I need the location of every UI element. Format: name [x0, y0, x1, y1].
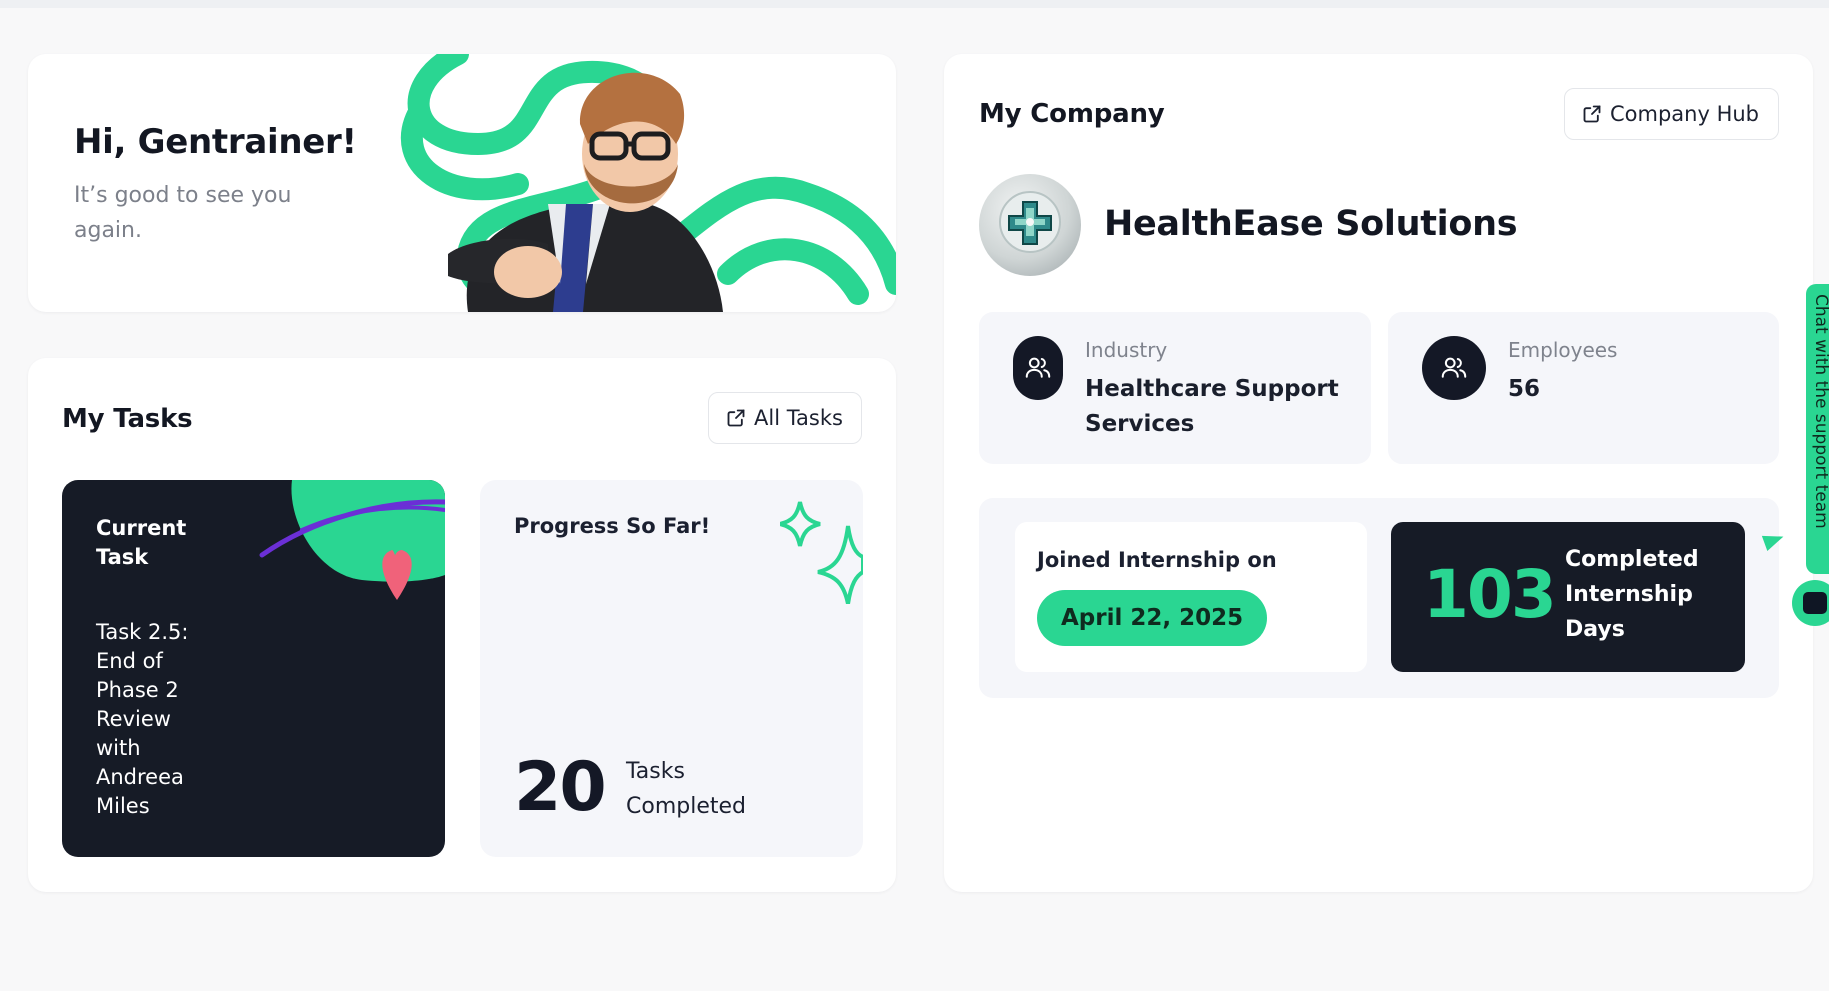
- current-task-label: Current Task: [96, 516, 187, 569]
- chat-bubble-icon: [1803, 592, 1827, 614]
- external-link-icon: [1583, 105, 1601, 123]
- users-icon: [1013, 336, 1063, 400]
- employees-label: Employees: [1508, 338, 1618, 362]
- tasks-completed-label: Tasks Completed: [626, 759, 746, 819]
- support-chat-label: Chat with the support team: [1811, 294, 1829, 529]
- company-title: My Company: [979, 99, 1165, 129]
- tasks-card: My Tasks All Tasks Current Task Task 2.5…: [28, 358, 896, 892]
- joined-label: Joined Internship on: [1037, 548, 1277, 572]
- joined-date-card: Joined Internship on April 22, 2025: [1015, 522, 1367, 672]
- progress-label: Progress So Far!: [514, 514, 711, 538]
- employees-value: 56: [1508, 376, 1541, 402]
- mascot-illustration: [401, 54, 896, 312]
- top-bar: [0, 0, 1829, 8]
- support-chat-tab[interactable]: Chat with the support team: [1806, 284, 1829, 574]
- industry-label: Industry: [1085, 338, 1168, 362]
- greeting-subtitle: It’s good to see you again.: [74, 183, 292, 243]
- internship-days-count: 103: [1423, 556, 1557, 633]
- company-hub-label: Company Hub: [1610, 102, 1760, 126]
- internship-days-label: Completed Internship Days: [1565, 547, 1699, 642]
- company-hub-button[interactable]: Company Hub: [1564, 88, 1779, 140]
- all-tasks-button[interactable]: All Tasks: [708, 392, 862, 444]
- medical-cross-icon: [999, 191, 1061, 253]
- current-task-name: Task 2.5: End of Phase 2 Review with And…: [96, 620, 189, 818]
- progress-card: Progress So Far! 20 Tasks Completed: [480, 480, 863, 857]
- company-card: My Company Company Hub HealthEase Soluti…: [944, 54, 1813, 892]
- all-tasks-label: All Tasks: [754, 406, 843, 430]
- tasks-title: My Tasks: [62, 404, 193, 434]
- employees-stat: Employees 56: [1388, 312, 1779, 464]
- greeting-title: Hi, Gentrainer!: [74, 122, 357, 162]
- company-name: HealthEase Solutions: [1104, 204, 1518, 244]
- internship-days-card: 103 Completed Internship Days: [1391, 522, 1745, 672]
- sparkle-icon: [780, 501, 863, 604]
- industry-value: Healthcare Support Services: [1085, 376, 1339, 437]
- industry-stat: Industry Healthcare Support Services: [979, 312, 1371, 464]
- joined-date-badge: April 22, 2025: [1037, 590, 1268, 646]
- greeting-card: Hi, Gentrainer! It’s good to see you aga…: [28, 54, 896, 312]
- current-task-card[interactable]: Current Task Task 2.5: End of Phase 2 Re…: [62, 480, 445, 857]
- company-logo: [979, 174, 1081, 276]
- users-icon: [1422, 336, 1486, 400]
- tasks-completed-count: 20: [514, 748, 607, 827]
- internship-summary: Joined Internship on April 22, 2025 103 …: [979, 498, 1779, 698]
- external-link-icon: [727, 409, 745, 427]
